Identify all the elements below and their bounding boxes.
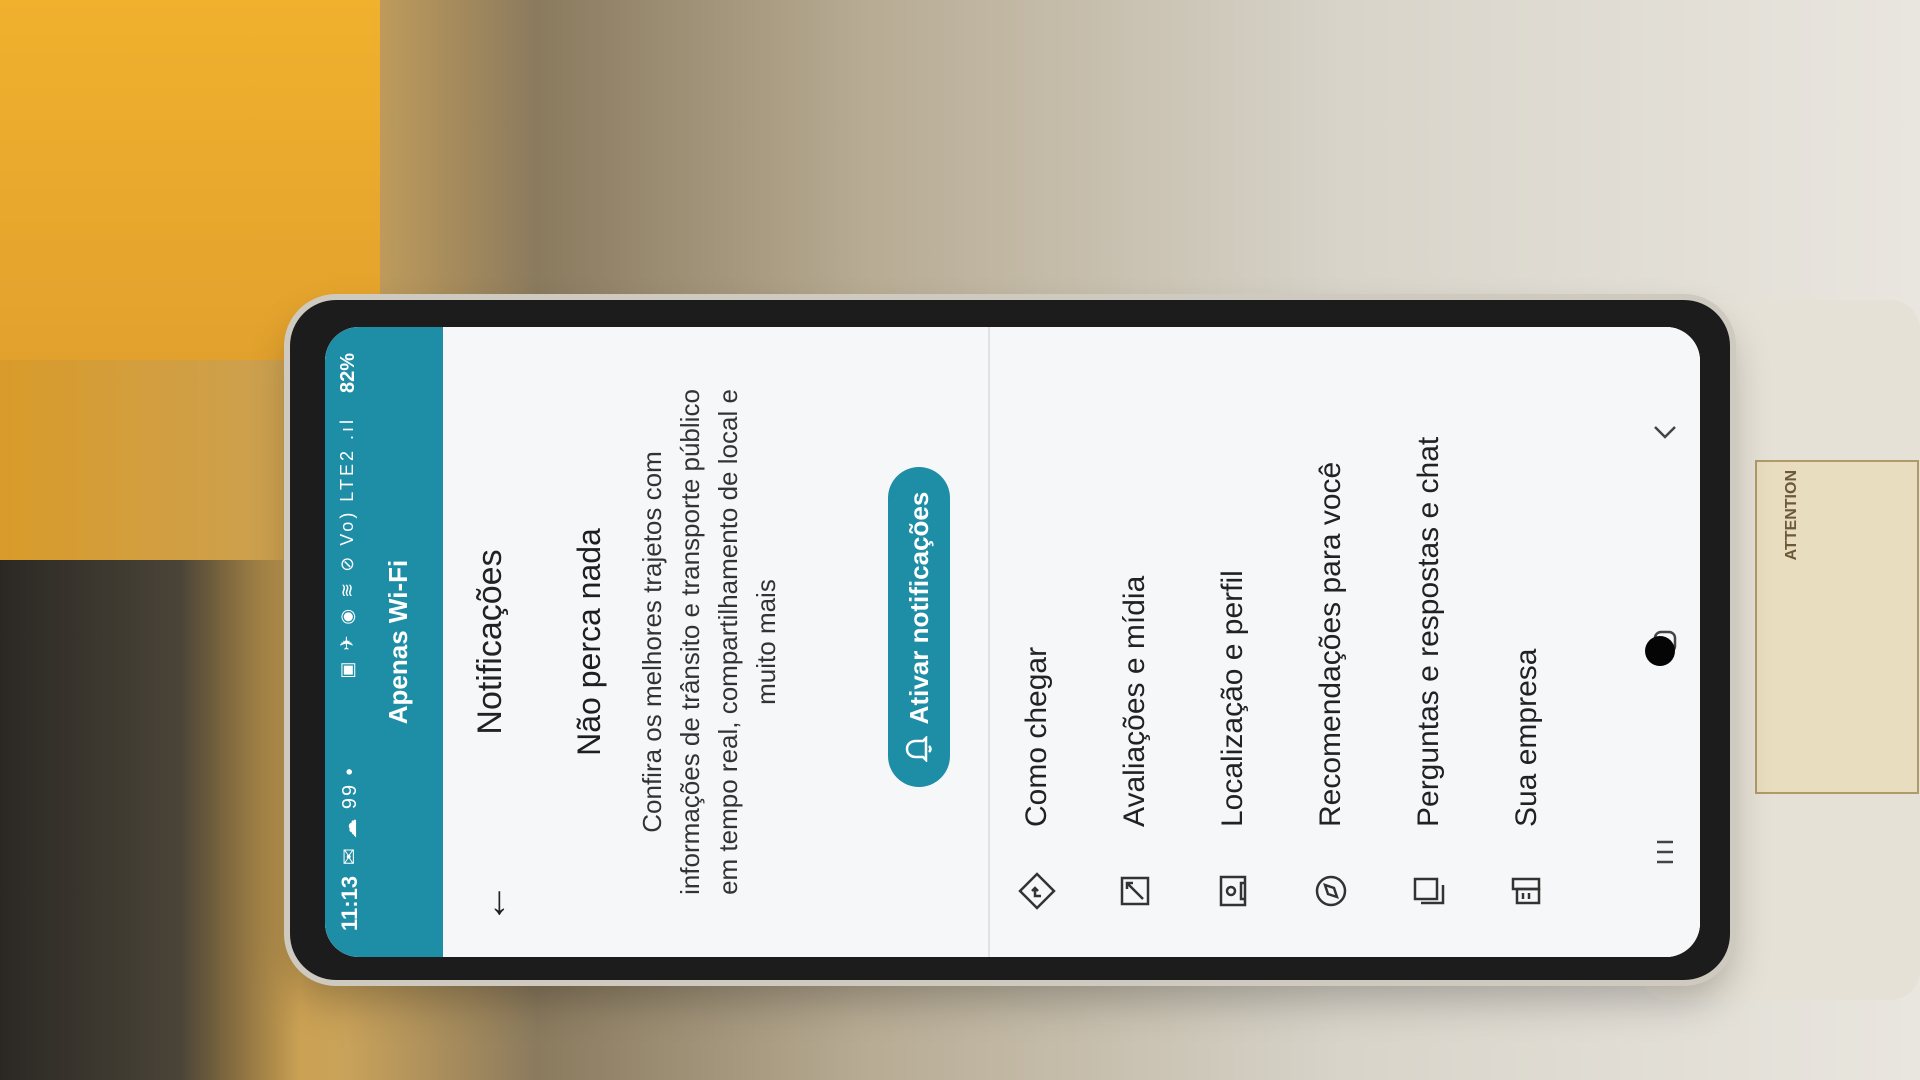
nav-back-icon[interactable] bbox=[1645, 412, 1685, 452]
explore-compass-icon bbox=[1301, 861, 1361, 921]
app-bar: ← Notificações bbox=[443, 327, 543, 957]
warning-label bbox=[1755, 460, 1919, 794]
notifications-promo-card: Não perca nada Confira os melhores traje… bbox=[543, 327, 990, 957]
enable-notifications-label: Ativar notificações bbox=[903, 491, 934, 725]
directions-icon bbox=[1007, 861, 1067, 921]
front-camera bbox=[1645, 636, 1675, 666]
list-item-qa-chat[interactable]: Perguntas e respostas e chat bbox=[1380, 327, 1478, 957]
list-item-your-business[interactable]: Sua empresa bbox=[1478, 327, 1576, 957]
list-item-directions[interactable]: Como chegar bbox=[988, 327, 1086, 957]
background-dark-object bbox=[0, 560, 300, 1080]
business-icon bbox=[1497, 861, 1557, 921]
page-title: Notificações bbox=[471, 549, 509, 735]
status-bar: 11:13 ✉ ☁ 99 • ▣ ✈ ◉ ≋ ⊘ Vo) LTE2 .ıl 82… bbox=[325, 327, 443, 957]
phone-screen: 11:13 ✉ ☁ 99 • ▣ ✈ ◉ ≋ ⊘ Vo) LTE2 .ıl 82… bbox=[325, 327, 1700, 957]
review-media-icon bbox=[1105, 861, 1165, 921]
list-item-label: Como chegar bbox=[1020, 646, 1053, 827]
bell-icon bbox=[905, 736, 933, 763]
recents-icon[interactable] bbox=[1645, 832, 1685, 872]
warning-label-text: ATTENTION bbox=[1783, 470, 1800, 561]
promo-description: Confira os melhores trajetos com informa… bbox=[637, 389, 781, 895]
list-item-label: Sua empresa bbox=[1510, 648, 1543, 827]
status-time: 11:13 bbox=[337, 875, 362, 931]
list-item-label: Avaliações e mídia bbox=[1118, 575, 1151, 827]
enable-notifications-button[interactable]: Ativar notificações bbox=[888, 467, 950, 787]
list-item-recommendations[interactable]: Recomendações para você bbox=[1282, 327, 1380, 957]
promo-title: Não perca nada bbox=[571, 528, 607, 756]
list-item-reviews-media[interactable]: Avaliações e mídia bbox=[1086, 327, 1184, 957]
status-notification-icons: ✉ ☁ 99 • bbox=[339, 766, 361, 865]
location-profile-icon bbox=[1203, 861, 1263, 921]
notification-category-list: Como chegar Avaliações e mídia Localizaç… bbox=[988, 327, 1576, 957]
app-screen: 11:13 ✉ ☁ 99 • ▣ ✈ ◉ ≋ ⊘ Vo) LTE2 .ıl 82… bbox=[325, 327, 1700, 957]
list-item-label: Localização e perfil bbox=[1216, 570, 1249, 827]
list-item-label: Recomendações para você bbox=[1314, 461, 1347, 827]
status-system-icons: ▣ ✈ ◉ ≋ ⊘ Vo) LTE2 .ıl bbox=[337, 417, 357, 679]
wifi-only-banner: Apenas Wi-Fi bbox=[383, 559, 413, 725]
qa-chat-icon bbox=[1399, 861, 1459, 921]
list-item-label: Perguntas e respostas e chat bbox=[1412, 436, 1445, 827]
battery-level: 82% bbox=[337, 353, 359, 394]
list-item-location-profile[interactable]: Localização e perfil bbox=[1184, 327, 1282, 957]
